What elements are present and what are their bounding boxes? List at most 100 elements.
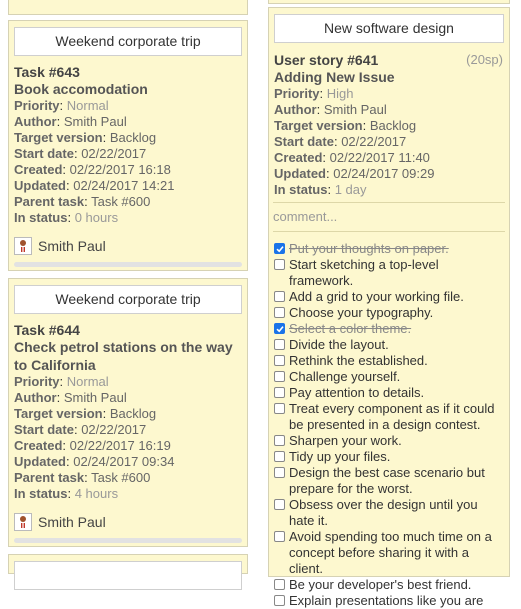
created-value: 02/22/2017 16:18 [69,162,171,177]
progress-bar [14,538,242,543]
priority-value: High [326,86,354,101]
checklist-item-label: Pay attention to details. [289,385,425,400]
checklist-item[interactable]: Pay attention to details. [273,385,503,401]
target-version-value: Backlog [109,406,157,421]
checklist-item[interactable]: Sharpen your work. [273,433,503,449]
created-value: 02/22/2017 16:19 [69,438,171,453]
assignee[interactable]: Smith Paul [14,513,106,531]
priority-value: Normal [66,374,109,389]
checkbox[interactable] [274,595,285,606]
checklist-item-label: Challenge yourself. [289,369,401,384]
checkbox[interactable] [274,451,285,462]
checkbox[interactable] [274,307,285,318]
created-label: Created [274,150,323,165]
author-value: Smith Paul [323,102,387,117]
checklist-item-label: Select a color theme. [289,321,412,336]
previous-card-left [8,0,248,15]
checklist-item[interactable]: Select a color theme. [273,321,503,337]
checklist-item[interactable]: Add a grid to your working file. [273,289,503,305]
story-points: (20sp) [466,52,503,67]
story-title[interactable]: Adding New Issue [274,68,395,86]
assignee[interactable]: Smith Paul [14,237,106,255]
comment-input[interactable]: comment... [273,209,337,224]
start-date-label: Start date [274,134,334,149]
in-status-label: In status [14,486,68,501]
checkbox[interactable] [274,387,285,398]
checklist-item-label: Obsess over the design until you hate it… [289,497,478,528]
checklist-item[interactable]: Obsess over the design until you hate it… [273,497,503,529]
task-number[interactable]: Task #643 [14,64,80,80]
checkbox[interactable] [274,355,285,366]
checklist-item[interactable]: Avoid spending too much time on a concep… [273,529,503,577]
checklist-item[interactable]: Treat every component as if it could be … [273,401,503,433]
author-label: Author [14,114,57,129]
checklist-item[interactable]: Rethink the established. [273,353,503,369]
checklist-item[interactable]: Explain presentations like you are [273,593,503,609]
checklist-item-label: Avoid spending too much time on a concep… [289,529,492,576]
checkbox[interactable] [274,403,285,414]
in-status-value: 0 hours [74,210,119,225]
parent-task-value[interactable]: Task #600 [91,470,150,485]
in-status-value: 4 hours [74,486,119,501]
checkmark-icon [275,325,284,332]
task-title[interactable]: Book accomodation [14,80,242,98]
start-date-value: 02/22/2017 [81,146,147,161]
user-story-card-641[interactable]: New software design User story #641 (20s… [268,7,510,608]
checklist-item[interactable]: Divide the layout. [273,337,503,353]
checkbox[interactable] [274,371,285,382]
user-avatar-icon [14,237,32,255]
project-button[interactable]: Weekend corporate trip [14,285,242,314]
parent-task-label: Parent task [14,194,85,209]
divider [273,231,505,232]
task-title[interactable]: Check petrol stations on the way to Cali… [14,338,242,374]
checkbox[interactable] [274,467,285,478]
checklist-item-label: Divide the layout. [289,337,389,352]
created-value: 02/22/2017 11:40 [329,150,430,165]
start-date-value: 02/22/2017 [341,134,407,149]
checklist-item-label: Treat every component as if it could be … [289,401,495,432]
assignee-name: Smith Paul [38,514,106,530]
checkbox[interactable] [274,531,285,542]
previous-card-right [268,0,510,4]
checklist-item[interactable]: Be your developer's best friend. [273,577,503,593]
checkbox[interactable] [274,339,285,350]
task-meta: Priority: Normal Author: Smith Paul Targ… [14,98,175,225]
created-label: Created [14,162,63,177]
checkbox[interactable] [274,259,285,270]
assignee-name: Smith Paul [38,238,106,254]
in-status-value: 1 day [334,182,367,197]
checklist-item[interactable]: Challenge yourself. [273,369,503,385]
checklist-item-label: Sharpen your work. [289,433,402,448]
created-label: Created [14,438,63,453]
start-date-label: Start date [14,146,74,161]
checklist-item-label: Choose your typography. [289,305,434,320]
story-number[interactable]: User story #641 [274,52,378,68]
checklist-item-label: Rethink the established. [289,353,428,368]
checkbox[interactable] [274,291,285,302]
updated-value: 02/24/2017 09:34 [73,454,175,469]
checklist-item[interactable]: Choose your typography. [273,305,503,321]
target-version-value: Backlog [109,130,157,145]
checklist: Put your thoughts on paper. Start sketchi… [273,241,503,609]
checkbox[interactable] [274,499,285,510]
task-number[interactable]: Task #644 [14,322,80,338]
checklist-item[interactable]: Put your thoughts on paper. [273,241,503,257]
project-button[interactable] [14,561,242,590]
checkbox[interactable] [274,243,285,254]
checkbox[interactable] [274,435,285,446]
task-card-644[interactable]: Weekend corporate trip Task #644 Check p… [8,278,248,547]
user-avatar-icon [14,513,32,531]
checkbox[interactable] [274,579,285,590]
checklist-item[interactable]: Design the best case scenario but prepar… [273,465,503,497]
task-card-643[interactable]: Weekend corporate trip Task #643 Book ac… [8,20,248,271]
checklist-item[interactable]: Tidy up your files. [273,449,503,465]
checkbox[interactable] [274,323,285,334]
parent-task-label: Parent task [14,470,85,485]
target-version-label: Target version [14,406,103,421]
parent-task-value[interactable]: Task #600 [91,194,150,209]
project-button[interactable]: Weekend corporate trip [14,27,242,56]
task-meta: Priority: Normal Author: Smith Paul Targ… [14,374,175,501]
project-button[interactable]: New software design [274,14,504,43]
updated-label: Updated [14,454,66,469]
checklist-item[interactable]: Start sketching a top-level framework. [273,257,503,289]
